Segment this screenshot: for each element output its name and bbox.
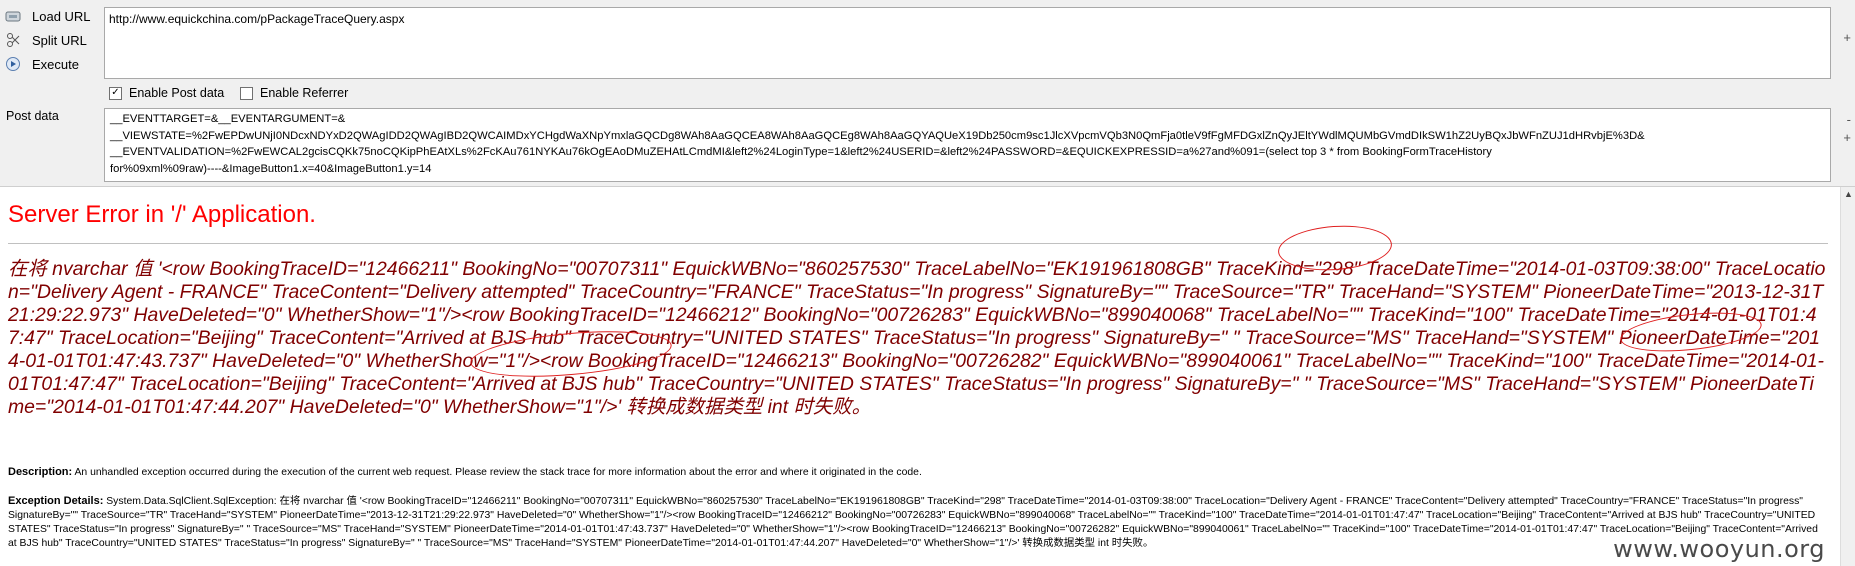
error-page: Server Error in '/' Application. 在将 nvar…: [0, 187, 1855, 566]
execute-button[interactable]: Execute: [4, 54, 79, 74]
description-section: Description: An unhandled exception occu…: [8, 465, 1828, 480]
enable-post-checkbox[interactable]: ✓ Enable Post data: [109, 86, 224, 100]
post-data-value: __EVENTTARGET=&__EVENTARGUMENT=& __VIEWS…: [110, 113, 1645, 175]
page-title: Server Error in '/' Application.: [8, 201, 316, 228]
vertical-scrollbar[interactable]: ▲: [1840, 187, 1855, 566]
url-expand-button[interactable]: +: [1843, 30, 1851, 45]
exception-details-section: Exception Details: System.Data.SqlClient…: [8, 494, 1828, 551]
exception-label: Exception Details:: [8, 495, 104, 507]
post-data-label: Post data: [6, 109, 59, 123]
divider: [8, 243, 1828, 244]
checkbox-unchecked-icon: [240, 86, 253, 100]
url-textarea[interactable]: http://www.equickchina.com/pPackageTrace…: [104, 7, 1831, 79]
hackbar-toolbar: Load URL Split URL Execute http://www.eq…: [0, 0, 1855, 187]
post-collapse-button[interactable]: -: [1847, 112, 1851, 127]
execute-icon: [4, 55, 22, 73]
scroll-up-icon: ▲: [1844, 189, 1853, 199]
exception-text: System.Data.SqlClient.SqlException: 在将 n…: [8, 496, 1818, 549]
description-text: An unhandled exception occurred during t…: [72, 467, 922, 478]
load-url-icon: [4, 7, 22, 25]
url-value: http://www.equickchina.com/pPackageTrace…: [109, 12, 405, 26]
description-label: Description:: [8, 466, 73, 478]
enable-referrer-checkbox[interactable]: Enable Referrer: [240, 86, 348, 100]
post-expand-button[interactable]: +: [1843, 130, 1851, 145]
watermark: www.wooyun.org: [1613, 535, 1825, 563]
post-data-textarea[interactable]: __EVENTTARGET=&__EVENTARGUMENT=& __VIEWS…: [104, 108, 1831, 182]
checkbox-checked-icon: ✓: [109, 86, 122, 100]
error-message: 在将 nvarchar 值 '<row BookingTraceID="1246…: [8, 258, 1826, 418]
load-url-button[interactable]: Load URL: [4, 6, 91, 26]
split-url-button[interactable]: Split URL: [4, 30, 87, 50]
split-url-icon: [4, 31, 22, 49]
